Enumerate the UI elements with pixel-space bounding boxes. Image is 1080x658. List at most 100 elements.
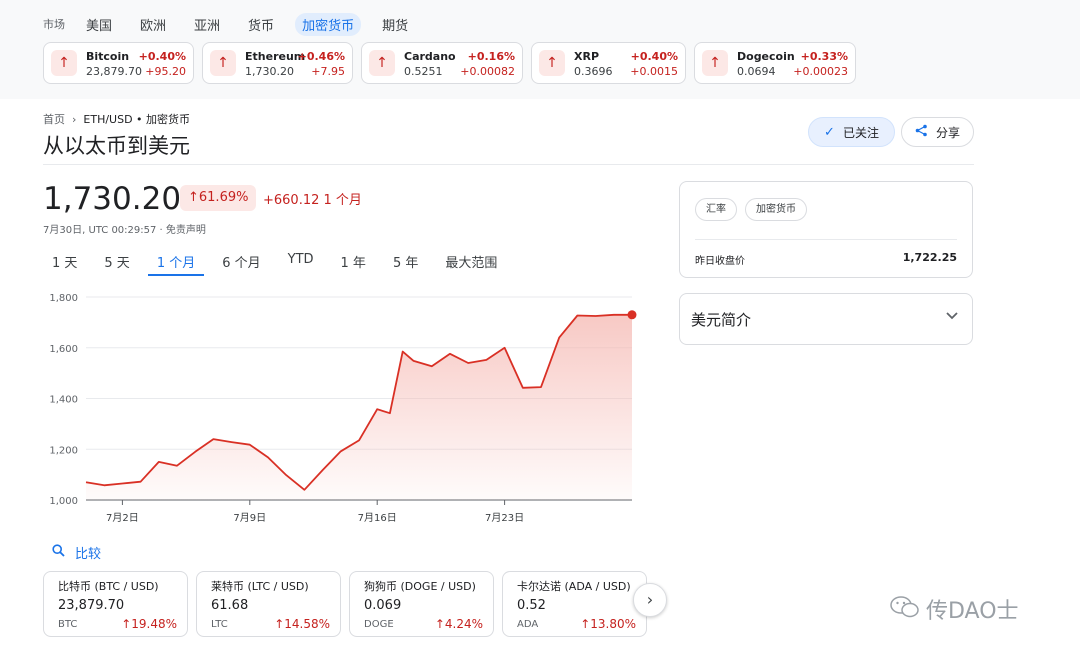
compare-card-price: 0.52 — [517, 598, 546, 613]
chevron-right-icon: › — [72, 112, 77, 126]
range-tab-1m[interactable]: 1 个月 — [147, 252, 205, 276]
arrow-up-icon: ↑ — [51, 50, 77, 76]
range-tab-5y[interactable]: 5 年 — [384, 252, 427, 276]
follow-button[interactable]: ✓ 已关注 — [808, 117, 895, 147]
range-tab-6m[interactable]: 6 个月 — [213, 252, 269, 276]
nav-tab-us[interactable]: 美国 — [79, 13, 119, 36]
chip-exchange-rate[interactable]: 汇率 — [695, 198, 737, 221]
watermark-text: 传DAO士 — [926, 599, 1019, 624]
next-arrow-button[interactable]: › — [633, 583, 667, 617]
breadcrumb-current: ETH/USD • 加密货币 — [83, 113, 191, 126]
ticker-percent: +0.40% — [138, 50, 186, 63]
share-label: 分享 — [935, 125, 960, 140]
range-tab-ytd[interactable]: YTD — [279, 252, 323, 276]
ticker-percent: +0.33% — [800, 50, 848, 63]
ticker-change: +7.95 — [311, 65, 345, 78]
range-tabs: 1 天 5 天 1 个月 6 个月 YTD 1 年 5 年 最大范围 — [43, 252, 515, 276]
x-tick-label: 7月16日 — [358, 512, 397, 524]
quote-timestamp[interactable]: 7月30日, UTC 00:29:57 · 免责声明 — [43, 221, 206, 236]
compare-card-doge[interactable]: 狗狗币 (DOGE / USD) 0.069 DOGE ↑4.24% — [349, 571, 494, 637]
compare-card-symbol: DOGE — [364, 619, 394, 630]
range-tab-max[interactable]: 最大范围 — [436, 252, 506, 276]
ticker-change: +0.00023 — [793, 65, 848, 78]
arrow-up-icon: ↑ — [702, 50, 728, 76]
y-tick-label: 1,400 — [49, 395, 78, 406]
y-tick-label: 1,200 — [49, 445, 78, 456]
compare-card-symbol: BTC — [58, 619, 78, 630]
ticker-percent: +0.40% — [630, 50, 678, 63]
compare-cards: 比特币 (BTC / USD) 23,879.70 BTC ↑19.48% 莱特… — [43, 571, 655, 637]
price-area-fill — [86, 314, 632, 500]
arrow-up-icon: ↑ — [210, 50, 236, 76]
compare-card-name: 狗狗币 (DOGE / USD) — [364, 580, 476, 593]
breadcrumb: 首页 › ETH/USD • 加密货币 — [43, 111, 190, 127]
range-tab-1y[interactable]: 1 年 — [332, 252, 375, 276]
compare-card-price: 23,879.70 — [58, 598, 125, 613]
compare-label: 比较 — [75, 547, 102, 562]
page-title: 从以太币到美元 — [43, 134, 190, 158]
compare-card-name: 卡尔达诺 (ADA / USD) — [517, 580, 631, 593]
panel-divider — [695, 239, 957, 240]
x-tick-label: 7月23日 — [485, 512, 524, 524]
exchange-info-panel: 汇率 加密货币 昨日收盘价 1,722.25 — [679, 181, 973, 278]
range-tab-1d[interactable]: 1 天 — [43, 252, 86, 276]
ticker-name: Dogecoin — [737, 50, 795, 63]
ticker-name: XRP — [574, 50, 600, 63]
compare-link[interactable]: 比较 — [52, 543, 101, 562]
compare-card-symbol: LTC — [211, 619, 228, 630]
ticker-change: +0.00082 — [460, 65, 515, 78]
ticker-price: 1,730.20 — [245, 65, 294, 78]
watermark-logo: 传DAO士 — [890, 593, 1019, 625]
markets-header: 市场 美国 欧洲 亚洲 货币 加密货币 期货 ↑ Bitcoin 23,879.… — [0, 0, 1080, 99]
x-tick-label: 7月9日 — [233, 512, 266, 524]
compare-card-symbol: ADA — [517, 619, 539, 630]
ticker-card-ethereum[interactable]: ↑ Ethereum 1,730.20 +0.46% +7.95 — [202, 42, 353, 84]
y-tick-label: 1,000 — [49, 496, 78, 507]
compare-card-ada[interactable]: 卡尔达诺 (ADA / USD) 0.52 ADA ↑13.80% — [502, 571, 647, 637]
y-tick-label: 1,600 — [49, 344, 78, 355]
nav-tab-asia[interactable]: 亚洲 — [187, 13, 227, 36]
y-tick-label: 1,800 — [49, 293, 78, 304]
compare-card-name: 莱特币 (LTC / USD) — [211, 580, 309, 593]
ticker-name: Cardano — [404, 50, 456, 63]
ticker-price: 23,879.70 — [86, 65, 142, 78]
compare-card-price: 0.069 — [364, 598, 402, 613]
period-change: +660.12 1 个月 — [263, 193, 362, 208]
range-tab-5d[interactable]: 5 天 — [95, 252, 138, 276]
price-chart[interactable]: 1,000 1,200 1,400 1,600 1,800 7月2日 7月9日 7月16日 7月… — [43, 285, 643, 530]
compare-card-ltc[interactable]: 莱特币 (LTC / USD) 61.68 LTC ↑14.58% — [196, 571, 341, 637]
current-price-dot — [627, 310, 637, 320]
chevron-right-icon: › — [646, 590, 654, 609]
wechat-icon — [890, 595, 920, 624]
nav-tab-futures[interactable]: 期货 — [375, 13, 415, 36]
ticker-card-bitcoin[interactable]: ↑ Bitcoin 23,879.70 +0.40% +95.20 — [43, 42, 194, 84]
ticker-card-xrp[interactable]: ↑ XRP 0.3696 +0.40% +0.0015 — [531, 42, 686, 84]
ticker-change: +95.20 — [145, 65, 186, 78]
ticker-price: 0.0694 — [737, 65, 776, 78]
nav-tab-europe[interactable]: 欧洲 — [133, 13, 173, 36]
about-usd-panel[interactable]: 美元简介 — [679, 293, 973, 345]
nav-tab-crypto[interactable]: 加密货币 — [295, 12, 362, 36]
compare-card-btc[interactable]: 比特币 (BTC / USD) 23,879.70 BTC ↑19.48% — [43, 571, 188, 637]
prev-close-value: 1,722.25 — [902, 251, 957, 264]
chip-crypto[interactable]: 加密货币 — [745, 198, 807, 221]
ticker-card-cardano[interactable]: ↑ Cardano 0.5251 +0.16% +0.00082 — [361, 42, 523, 84]
market-nav-label: 市场 — [43, 18, 65, 31]
ticker-price: 0.5251 — [404, 65, 443, 78]
ticker-strip: ↑ Bitcoin 23,879.70 +0.40% +95.20 ↑ Ethe… — [43, 42, 864, 84]
breadcrumb-home[interactable]: 首页 — [43, 111, 65, 127]
percent-change-badge: ↑61.69% — [180, 185, 257, 211]
nav-tab-currencies[interactable]: 货币 — [241, 13, 281, 36]
ticker-card-dogecoin[interactable]: ↑ Dogecoin 0.0694 +0.33% +0.00023 — [694, 42, 856, 84]
share-button[interactable]: 分享 — [901, 117, 974, 147]
share-icon — [915, 124, 928, 141]
about-usd-title: 美元简介 — [691, 311, 752, 329]
ticker-name: Ethereum — [245, 50, 306, 63]
prev-close-label: 昨日收盘价 — [695, 256, 745, 267]
arrow-up-icon: ↑ — [369, 50, 395, 76]
chevron-down-icon — [946, 308, 958, 324]
compare-card-name: 比特币 (BTC / USD) — [58, 580, 159, 593]
compare-card-percent: ↑14.58% — [274, 617, 330, 631]
compare-card-price: 61.68 — [211, 598, 249, 613]
ticker-percent: +0.46% — [297, 50, 345, 63]
